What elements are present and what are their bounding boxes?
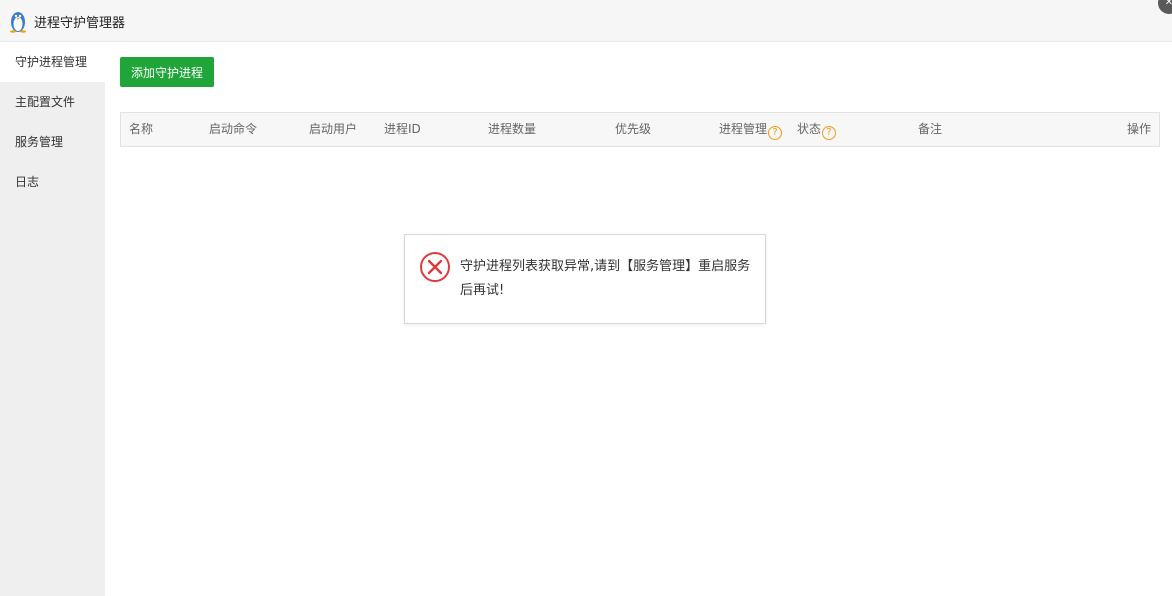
error-message-text: 守护进程列表获取异常,请到【服务管理】重启服务后再试! [460,259,751,298]
help-icon[interactable]: ? [822,126,837,140]
column-header-actions: 操作 [1127,122,1152,136]
sidebar: 守护进程管理 主配置文件 服务管理 日志 [0,42,105,596]
help-icon[interactable]: ? [768,126,783,140]
column-header-name: 名称 [129,122,154,136]
window-title: 进程守护管理器 [34,16,126,31]
column-header-remarks: 备注 [918,122,943,136]
error-circle-x-icon [420,252,450,282]
sidebar-item-label: 守护进程管理 [15,55,88,69]
column-header-status: 状态? [797,113,837,146]
linux-penguin-icon [10,12,26,33]
column-header-user: 启动用户 [309,122,358,136]
table-header: 名称 启动命令 启动用户 进程ID 进程数量 优先级 进程管理? 状态? 备注 … [120,112,1160,147]
column-header-pid: 进程ID [384,122,421,136]
column-header-process-management: 进程管理? [719,113,783,146]
column-header-process-management-label: 进程管理 [719,122,768,136]
column-header-count: 进程数量 [488,122,537,136]
sidebar-item-main-config[interactable]: 主配置文件 [0,82,105,122]
sidebar-item-label: 服务管理 [15,135,64,149]
column-header-priority: 优先级 [615,122,652,136]
sidebar-item-service-management[interactable]: 服务管理 [0,122,105,162]
column-header-command: 启动命令 [209,122,258,136]
sidebar-item-daemon-management[interactable]: 守护进程管理 [0,42,105,82]
sidebar-item-label: 主配置文件 [15,95,76,109]
sidebar-item-logs[interactable]: 日志 [0,162,105,202]
title-bar: 进程守护管理器 ✕ [0,0,1172,42]
close-icon[interactable]: ✕ [1158,0,1172,14]
column-header-status-label: 状态 [797,122,822,136]
add-daemon-button[interactable]: 添加守护进程 [120,57,214,87]
error-message-dialog: 守护进程列表获取异常,请到【服务管理】重启服务后再试! [404,234,766,324]
sidebar-item-label: 日志 [15,175,40,189]
